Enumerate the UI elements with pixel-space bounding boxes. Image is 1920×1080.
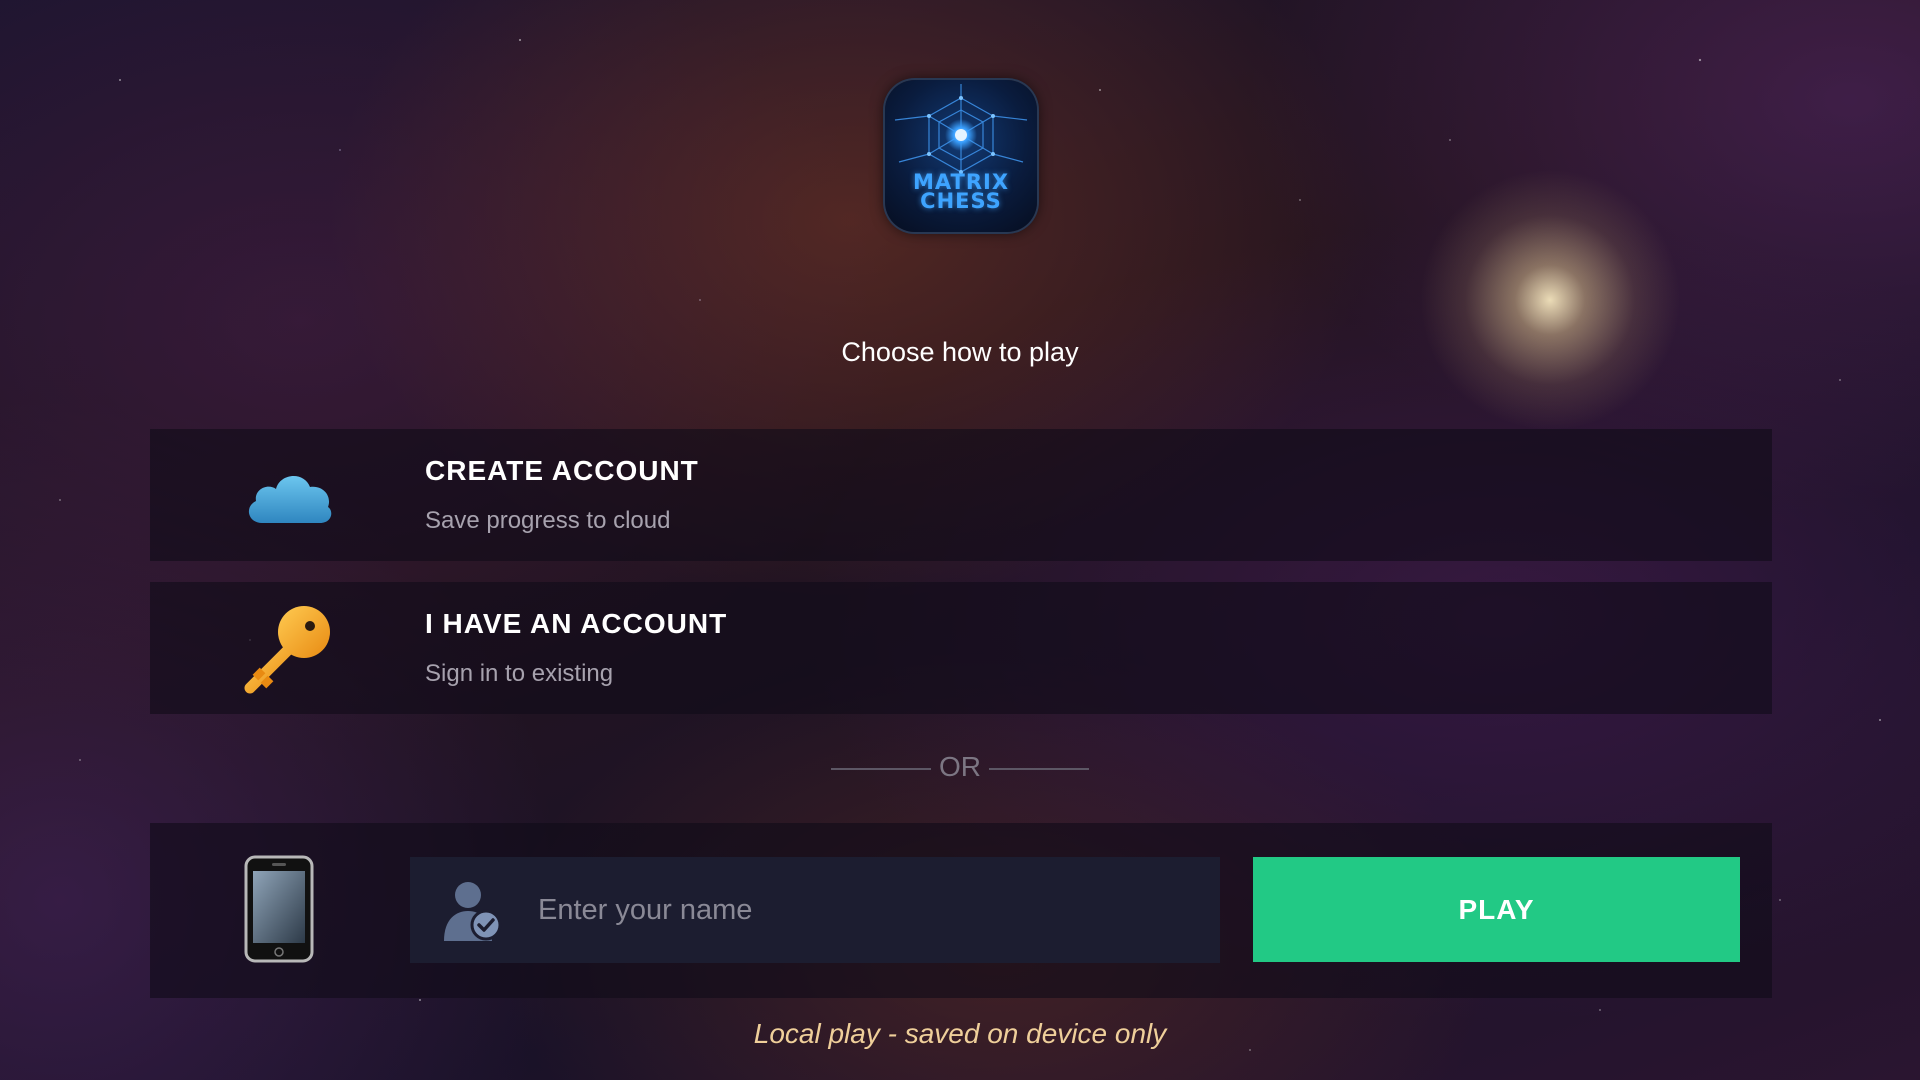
player-name-input[interactable] xyxy=(538,857,1198,963)
matrix-chess-logo: MATRIX CHESS xyxy=(885,80,1037,232)
phone-icon xyxy=(244,855,314,963)
create-account-title: CREATE ACCOUNT xyxy=(425,455,699,486)
local-play-note: Local play - saved on device only xyxy=(753,1018,1167,1049)
create-account-button[interactable]: CREATE ACCOUNT Save progress to cloud xyxy=(150,429,1772,561)
or-divider: OR xyxy=(0,751,1920,783)
logo-title-line2: CHESS xyxy=(920,189,1002,213)
divider-line-left xyxy=(831,767,931,770)
or-label: OR xyxy=(939,751,981,782)
page-subtitle: Choose how to play xyxy=(841,337,1079,367)
play-button[interactable]: PLAY xyxy=(1253,857,1740,962)
sign-in-subtitle: Sign in to existing xyxy=(425,660,614,687)
sign-in-button[interactable]: I HAVE AN ACCOUNT Sign in to existing xyxy=(150,582,1772,714)
local-play-panel: PLAY xyxy=(150,823,1772,998)
sign-in-title: I HAVE AN ACCOUNT xyxy=(425,608,728,639)
key-icon xyxy=(244,606,330,694)
cloud-icon xyxy=(248,475,332,523)
name-field xyxy=(410,857,1220,963)
create-account-subtitle: Save progress to cloud xyxy=(425,507,671,534)
divider-line-right xyxy=(989,767,1089,770)
user-check-icon xyxy=(444,882,502,941)
